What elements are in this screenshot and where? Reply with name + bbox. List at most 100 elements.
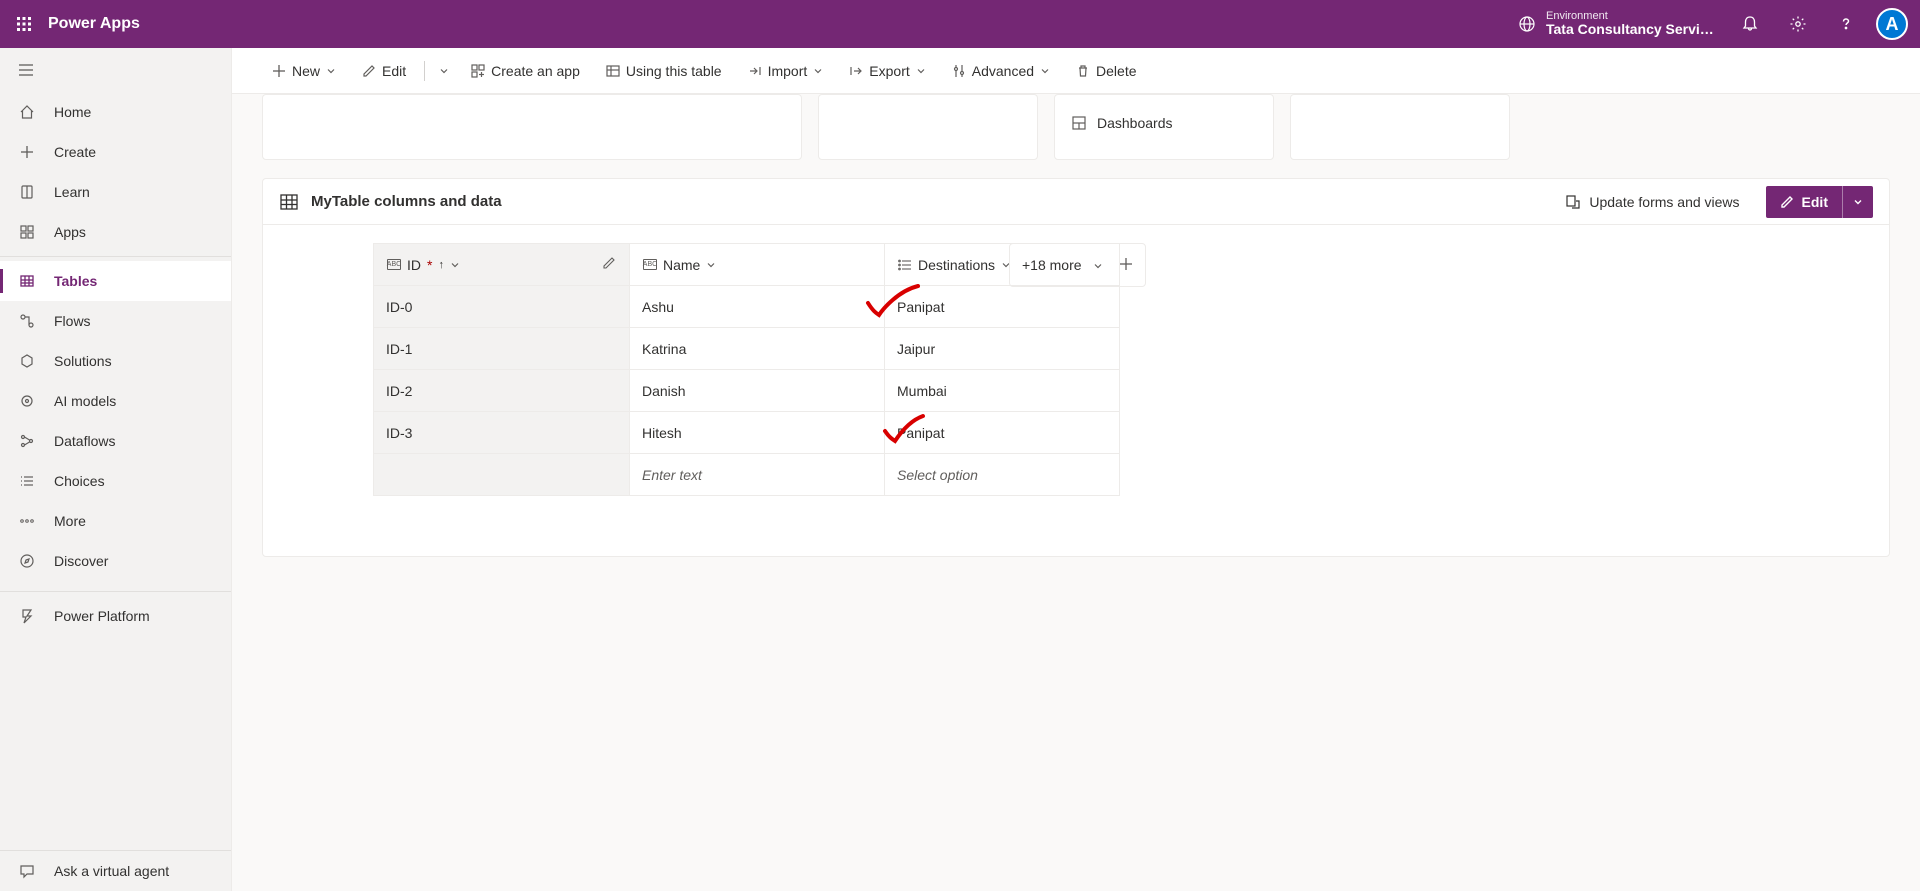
nav-label: Tables	[54, 273, 97, 289]
required-star-icon: *	[427, 257, 432, 273]
table-new-row[interactable]: Enter text Select option	[374, 454, 1120, 496]
help-button[interactable]	[1822, 0, 1870, 48]
nav-item-home[interactable]: Home	[0, 92, 231, 132]
edit-button[interactable]: Edit	[352, 57, 416, 85]
nav-item-tables[interactable]: Tables	[0, 261, 231, 301]
using-table-button[interactable]: Using this table	[596, 57, 732, 85]
settings-button[interactable]	[1774, 0, 1822, 48]
add-column-button[interactable]	[1119, 257, 1133, 274]
globe-icon	[1518, 15, 1536, 33]
cell-id[interactable]: ID-0	[374, 286, 630, 328]
chevron-down-icon	[439, 66, 449, 76]
nav-item-learn[interactable]: Learn	[0, 172, 231, 212]
export-button[interactable]: Export	[839, 57, 935, 85]
data-grid: ABC ID* ↑ ABC	[373, 243, 1120, 496]
apps-icon	[18, 223, 36, 241]
nav-item-more[interactable]: More	[0, 501, 231, 541]
create-app-button[interactable]: Create an app	[461, 57, 590, 85]
panel-edit-button[interactable]: Edit	[1766, 186, 1873, 218]
cell-destination-new[interactable]: Select option	[885, 454, 1120, 496]
dashboards-label: Dashboards	[1097, 115, 1173, 131]
nav-item-discover[interactable]: Discover	[0, 541, 231, 581]
nav-item-ai-models[interactable]: AI models	[0, 381, 231, 421]
update-label: Update forms and views	[1589, 194, 1739, 210]
cell-name[interactable]: Katrina	[630, 328, 885, 370]
delete-button[interactable]: Delete	[1066, 57, 1146, 85]
nav-label: Learn	[54, 184, 90, 200]
app-header: Power Apps Environment Tata Consultancy …	[0, 0, 1920, 48]
plus-icon	[272, 64, 286, 78]
table-panel: MyTable columns and data Update forms an…	[262, 178, 1890, 557]
table-row[interactable]: ID-3 Hitesh Panipat	[374, 412, 1120, 454]
nav-label: Discover	[54, 553, 108, 569]
column-label: Name	[663, 257, 700, 273]
nav-item-ask-agent[interactable]: Ask a virtual agent	[0, 851, 231, 891]
power-platform-icon	[18, 607, 36, 625]
plus-icon	[18, 143, 36, 161]
nav-item-create[interactable]: Create	[0, 132, 231, 172]
cell-name-new[interactable]: Enter text	[630, 454, 885, 496]
table-nav-icon	[606, 64, 620, 78]
flow-icon	[18, 312, 36, 330]
bell-icon	[1741, 15, 1759, 33]
update-forms-views-button[interactable]: Update forms and views	[1565, 194, 1739, 210]
nav-item-flows[interactable]: Flows	[0, 301, 231, 341]
card-partial-1	[262, 94, 802, 160]
cell-id[interactable]: ID-1	[374, 328, 630, 370]
pencil-icon	[362, 64, 376, 78]
environment-picker[interactable]: Environment Tata Consultancy Servic...	[1518, 10, 1716, 37]
cell-name[interactable]: Danish	[630, 370, 885, 412]
gear-icon	[1789, 15, 1807, 33]
cell-destination[interactable]: Jaipur	[885, 328, 1120, 370]
chevron-down-icon	[706, 260, 716, 270]
more-icon	[18, 512, 36, 530]
cell-destination[interactable]: Panipat	[885, 412, 1120, 454]
nav-item-solutions[interactable]: Solutions	[0, 341, 231, 381]
column-header-name[interactable]: ABC Name	[630, 244, 885, 286]
trash-icon	[1076, 64, 1090, 78]
cell-destination[interactable]: Panipat	[885, 286, 1120, 328]
cell-destination[interactable]: Mumbai	[885, 370, 1120, 412]
nav-item-apps[interactable]: Apps	[0, 212, 231, 252]
nav-collapse-toggle[interactable]	[0, 48, 231, 92]
panel-edit-split[interactable]	[1842, 186, 1873, 218]
discover-icon	[18, 552, 36, 570]
placeholder-text: Enter text	[642, 467, 702, 483]
cell-name[interactable]: Ashu	[630, 286, 885, 328]
table-icon	[279, 192, 299, 212]
choice-type-icon	[898, 258, 912, 272]
column-header-id[interactable]: ABC ID* ↑	[374, 244, 630, 286]
cell-id[interactable]: ID-2	[374, 370, 630, 412]
cell-id[interactable]: ID-3	[374, 412, 630, 454]
help-icon	[1837, 15, 1855, 33]
waffle-icon[interactable]	[0, 0, 48, 48]
new-button[interactable]: New	[262, 57, 346, 85]
nav-item-dataflows[interactable]: Dataflows	[0, 421, 231, 461]
advanced-button[interactable]: Advanced	[942, 57, 1060, 85]
card-partial-4	[1290, 94, 1510, 160]
nav-label: AI models	[54, 393, 116, 409]
user-avatar[interactable]: A	[1876, 8, 1908, 40]
table-row[interactable]: ID-1 Katrina Jaipur	[374, 328, 1120, 370]
nav-label: Flows	[54, 313, 91, 329]
card-partial-3: Dashboards	[1054, 94, 1274, 160]
nav-label: Home	[54, 104, 91, 120]
notifications-button[interactable]	[1726, 0, 1774, 48]
content-area: Dashboards MyTable columns and data Upda…	[232, 94, 1920, 891]
table-row[interactable]: ID-2 Danish Mumbai	[374, 370, 1120, 412]
nav-item-power-platform[interactable]: Power Platform	[0, 596, 231, 636]
import-button[interactable]: Import	[738, 57, 834, 85]
edit-label: Edit	[1802, 194, 1828, 210]
more-columns-button[interactable]: +18 more	[1022, 257, 1103, 273]
nav-item-choices[interactable]: Choices	[0, 461, 231, 501]
edit-split-button[interactable]	[433, 60, 455, 82]
dashboards-link[interactable]: Dashboards	[1071, 115, 1173, 131]
cell-id-new[interactable]	[374, 454, 630, 496]
chat-icon	[18, 862, 36, 880]
table-row[interactable]: ID-0 Ashu Panipat	[374, 286, 1120, 328]
sort-asc-icon: ↑	[438, 259, 444, 271]
book-icon	[18, 183, 36, 201]
cell-name[interactable]: Hitesh	[630, 412, 885, 454]
chevron-down-icon	[916, 66, 926, 76]
edit-column-icon[interactable]	[602, 256, 616, 273]
